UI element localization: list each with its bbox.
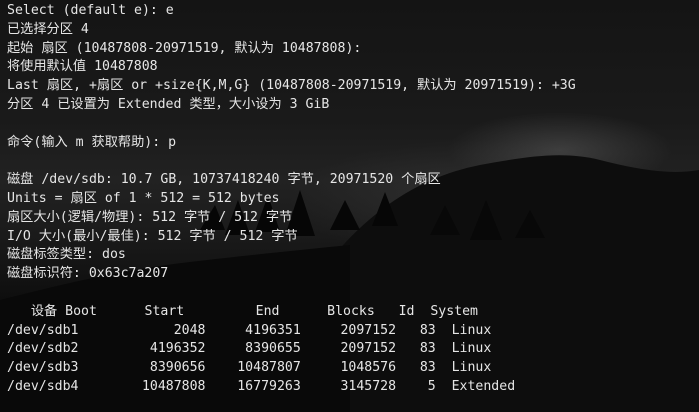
partition-table-row: /dev/sdb3 8390656 10487807 1048576 83 Li… (7, 360, 492, 376)
partition-table-header: 设备 Boot Start End Blocks Id System (7, 303, 478, 319)
disk-info-line: 磁盘 /dev/sdb: 10.7 GB, 10737418240 字节, 20… (7, 172, 441, 188)
disk-info-line: 磁盘标识符: 0x63c7a207 (7, 266, 169, 282)
partition-table-row: /dev/sdb1 2048 4196351 2097152 83 Linux (7, 322, 492, 338)
terminal-output: Select (default e): e 已选择分区 4 起始 扇区 (104… (0, 0, 699, 397)
terminal-line: 将使用默认值 10487808 (7, 59, 158, 75)
terminal-line: 已选择分区 4 (7, 21, 89, 37)
terminal-window[interactable]: Select (default e): e 已选择分区 4 起始 扇区 (104… (0, 0, 699, 412)
terminal-line: 分区 4 已设置为 Extended 类型，大小设为 3 GiB (7, 96, 330, 112)
disk-info-line: 磁盘标签类型: dos (7, 247, 126, 263)
disk-info-line: 扇区大小(逻辑/物理): 512 字节 / 512 字节 (7, 209, 293, 225)
disk-info-line: Units = 扇区 of 1 * 512 = 512 bytes (7, 190, 280, 206)
terminal-line: 起始 扇区 (10487808-20971519, 默认为 10487808): (7, 40, 362, 56)
terminal-line: Last 扇区, +扇区 or +size{K,M,G} (10487808-2… (7, 78, 576, 94)
disk-info-line: I/O 大小(最小/最佳): 512 字节 / 512 字节 (7, 228, 298, 244)
partition-table-row: /dev/sdb4 10487808 16779263 3145728 5 Ex… (7, 378, 516, 394)
terminal-line: Select (default e): e (7, 3, 174, 18)
partition-table-row: /dev/sdb2 4196352 8390655 2097152 83 Lin… (7, 341, 492, 357)
command-prompt-line: 命令(输入 m 获取帮助): p (7, 134, 177, 150)
